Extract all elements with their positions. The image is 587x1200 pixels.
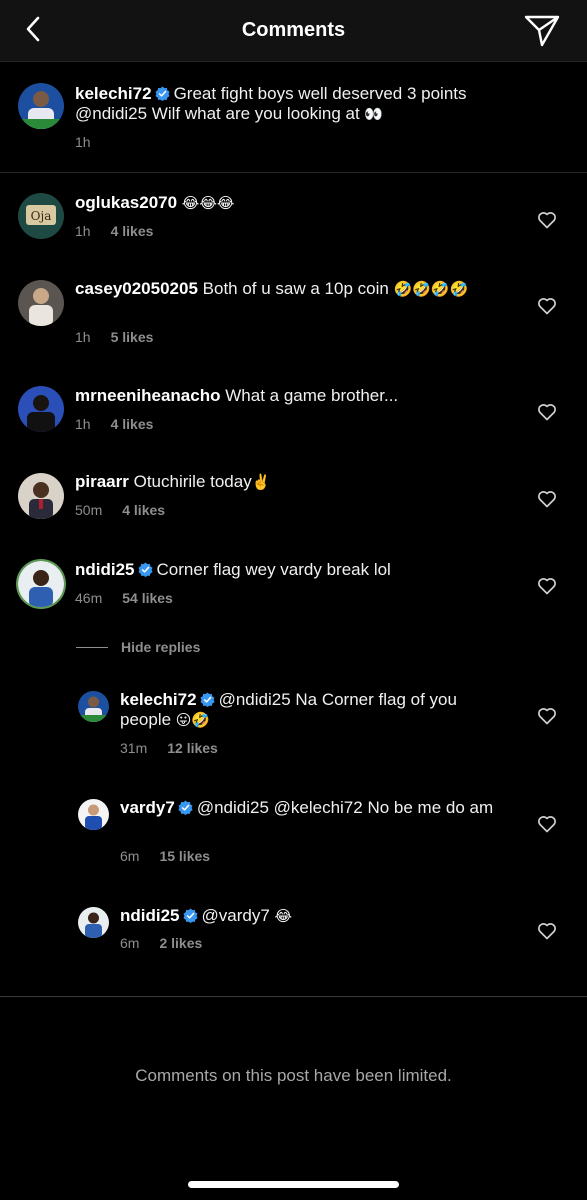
timestamp: 31m — [120, 740, 148, 756]
comment-text: Otuchirile today — [133, 472, 252, 491]
comment-item: piraarr Otuchirile today✌️ 50m 4 likes — [0, 472, 587, 532]
username[interactable]: kelechi72 — [75, 84, 152, 103]
timestamp: 1h — [75, 223, 91, 239]
reply-body: vardy7 @ndidi25 @kelechi72 No be me do am — [120, 798, 507, 818]
avatar[interactable]: Oja — [18, 193, 64, 239]
username[interactable]: mrneeniheanacho — [75, 386, 221, 405]
header-bar: Comments — [0, 0, 587, 62]
verified-badge-icon — [178, 800, 193, 815]
emoji: 👀 — [364, 106, 384, 123]
comment-text: Corner flag wey vardy break lol — [156, 560, 391, 579]
comment-item: casey02050205 Both of u saw a 10p coin 🤣… — [0, 279, 587, 349]
avatar[interactable] — [18, 83, 64, 129]
caption-body: kelechi72 Great fight boys well deserved … — [75, 84, 507, 125]
heart-outline-icon[interactable] — [537, 921, 557, 941]
home-indicator[interactable] — [188, 1181, 399, 1188]
avatar[interactable] — [18, 280, 64, 326]
heart-outline-icon[interactable] — [537, 210, 557, 230]
footer-divider — [0, 996, 587, 997]
avatar[interactable] — [78, 907, 109, 938]
username[interactable]: ndidi25 — [75, 560, 135, 579]
timestamp: 46m — [75, 590, 103, 606]
likes-count[interactable]: 15 likes — [159, 848, 210, 864]
likes-count[interactable]: 12 likes — [167, 740, 218, 756]
username[interactable]: casey02050205 — [75, 279, 198, 298]
avatar[interactable] — [18, 473, 64, 519]
comment-body: mrneeniheanacho What a game brother... — [75, 386, 507, 406]
timestamp: 1h — [75, 134, 91, 150]
likes-count[interactable]: 5 likes — [111, 329, 154, 345]
emoji: ✌️ — [251, 474, 271, 491]
verified-badge-icon — [200, 692, 215, 707]
likes-count[interactable]: 4 likes — [111, 416, 154, 432]
timestamp: 50m — [75, 502, 103, 518]
emoji: 😂 — [274, 908, 293, 925]
likes-count[interactable]: 4 likes — [111, 223, 154, 239]
reply-item: vardy7 @ndidi25 @kelechi72 No be me do am… — [0, 798, 587, 868]
timestamp: 1h — [75, 329, 91, 345]
comment-meta: 1h 5 likes — [75, 329, 153, 345]
heart-outline-icon[interactable] — [537, 489, 557, 509]
username[interactable]: ndidi25 — [120, 906, 180, 925]
comment-body: ndidi25 Corner flag wey vardy break lol — [75, 560, 507, 580]
avatar[interactable] — [18, 561, 64, 607]
comments-limited-notice: Comments on this post have been limited. — [135, 1066, 452, 1085]
timestamp: 1h — [75, 416, 91, 432]
comment-text: Both of u saw a 10p coin — [202, 279, 389, 298]
reply-body: kelechi72 @ndidi25 Na Corner flag of you … — [120, 690, 507, 731]
reply-text: @vardy7 — [201, 906, 270, 925]
username[interactable]: oglukas2070 — [75, 193, 177, 212]
comment-meta: 46m 54 likes — [75, 590, 173, 606]
reply-meta: 6m 2 likes — [120, 935, 202, 951]
username[interactable]: kelechi72 — [120, 690, 197, 709]
hide-replies-divider — [76, 647, 108, 648]
emoji: 😛🤣 — [175, 712, 211, 729]
reply-item: kelechi72 @ndidi25 Na Corner flag of you … — [0, 690, 587, 760]
send-icon[interactable] — [523, 12, 561, 48]
reply-text: @ndidi25 @kelechi72 No be me do am — [196, 798, 494, 817]
timestamp: 6m — [120, 848, 140, 864]
heart-outline-icon[interactable] — [537, 296, 557, 316]
emoji: 🤣🤣🤣🤣 — [393, 281, 469, 298]
hide-replies-button[interactable]: Hide replies — [121, 639, 200, 655]
username[interactable]: vardy7 — [120, 798, 175, 817]
comment-meta: 1h 4 likes — [75, 416, 153, 432]
emoji: 😂😂😂 — [181, 195, 235, 212]
heart-outline-icon[interactable] — [537, 576, 557, 596]
comment-meta: 50m 4 likes — [75, 502, 165, 518]
post-caption: kelechi72 Great fight boys well deserved … — [0, 62, 587, 173]
svg-text:Oja: Oja — [31, 209, 52, 223]
reply-item: ndidi25 @vardy7 😂 6m 2 likes — [0, 906, 587, 966]
timestamp: 6m — [120, 935, 140, 951]
comment-body: casey02050205 Both of u saw a 10p coin 🤣… — [75, 279, 507, 300]
caption-meta: 1h — [75, 134, 91, 150]
verified-badge-icon — [182, 908, 198, 923]
avatar[interactable] — [18, 386, 64, 432]
reply-body: ndidi25 @vardy7 😂 — [120, 906, 507, 927]
comment-text: What a game brother... — [225, 386, 399, 405]
comment-item: Oja oglukas2070 😂😂😂 1h 4 likes — [0, 193, 587, 253]
heart-outline-icon[interactable] — [537, 814, 557, 834]
comment-meta: 1h 4 likes — [75, 223, 153, 239]
comment-item: ndidi25 Corner flag wey vardy break lol 4… — [0, 560, 587, 620]
comment-item: mrneeniheanacho What a game brother... 1… — [0, 386, 587, 446]
likes-count[interactable]: 4 likes — [122, 502, 165, 518]
heart-outline-icon[interactable] — [537, 706, 557, 726]
username[interactable]: piraarr — [75, 472, 129, 491]
avatar[interactable] — [78, 799, 109, 830]
reply-meta: 6m 15 likes — [120, 848, 210, 864]
reply-meta: 31m 12 likes — [120, 740, 218, 756]
avatar[interactable] — [78, 691, 109, 722]
comment-body: oglukas2070 😂😂😂 — [75, 193, 507, 214]
page-title: Comments — [241, 19, 346, 41]
likes-count[interactable]: 2 likes — [159, 935, 202, 951]
verified-badge-icon — [155, 86, 170, 101]
heart-outline-icon[interactable] — [537, 402, 557, 422]
likes-count[interactable]: 54 likes — [122, 590, 173, 606]
verified-badge-icon — [137, 562, 153, 577]
comment-body: piraarr Otuchirile today✌️ — [75, 472, 507, 493]
